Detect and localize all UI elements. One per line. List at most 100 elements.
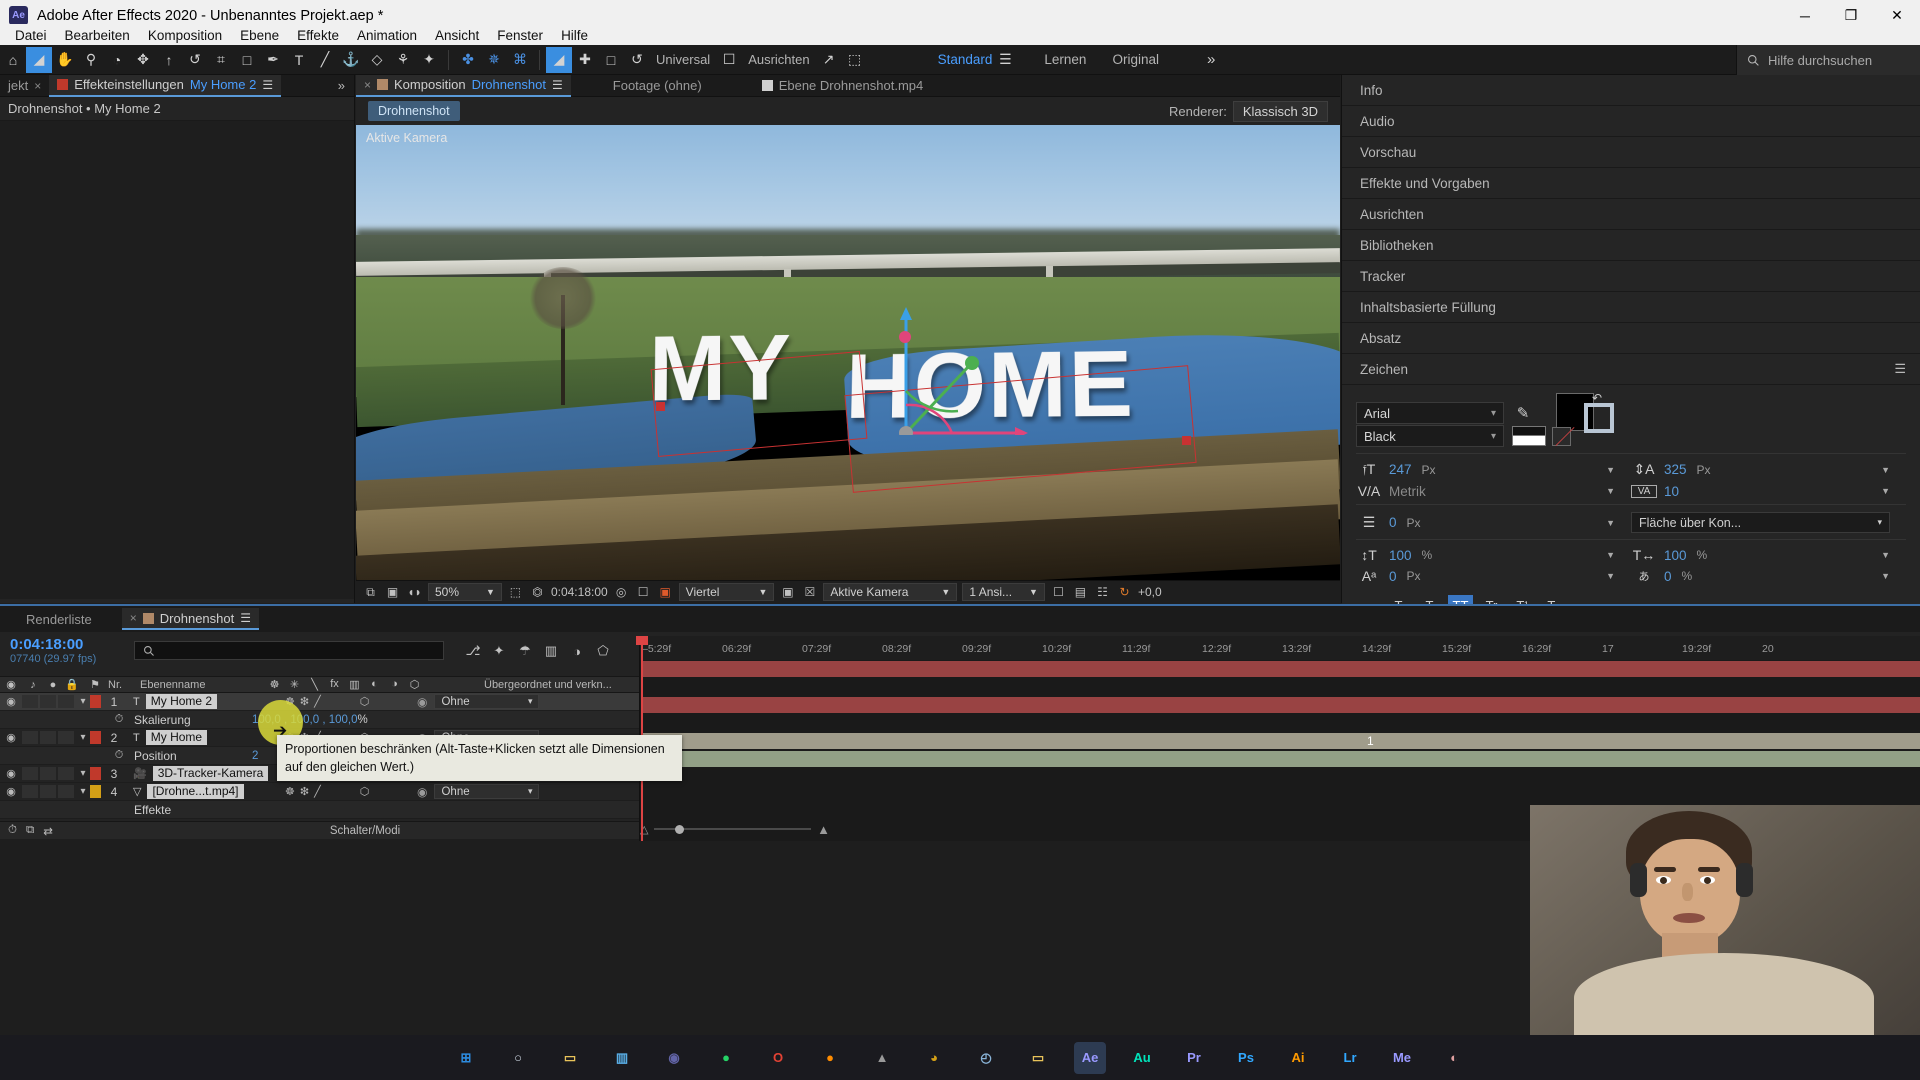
- pen-tool[interactable]: ✒: [260, 47, 286, 73]
- 3d-layer-icon[interactable]: ⬡: [360, 785, 370, 798]
- collapse-icon[interactable]: ❇: [300, 785, 309, 798]
- layer-visibility-icon[interactable]: ◉: [0, 785, 22, 798]
- illustrator-icon[interactable]: Ai: [1282, 1042, 1314, 1074]
- rotate-icon[interactable]: ↺: [624, 47, 650, 73]
- frame-blending-icon[interactable]: ▥: [538, 640, 564, 662]
- layer-solo-toggle[interactable]: [40, 785, 56, 798]
- playhead[interactable]: [636, 636, 648, 817]
- home-icon[interactable]: ⌂: [0, 47, 26, 73]
- panel-info[interactable]: Info: [1342, 75, 1920, 106]
- layer-lock-toggle[interactable]: [58, 767, 74, 780]
- no-color-swatch[interactable]: [1552, 426, 1571, 446]
- close-icon[interactable]: ×: [364, 78, 371, 92]
- workspace-original[interactable]: Original: [1112, 52, 1159, 67]
- chevron-down-icon[interactable]: ▼: [1881, 486, 1890, 496]
- brush-tool[interactable]: ╱: [312, 47, 338, 73]
- current-timecode[interactable]: 0:04:18:00: [551, 585, 608, 599]
- pickwhip-icon[interactable]: ◉: [417, 785, 427, 799]
- layer-lock-toggle[interactable]: [58, 695, 74, 708]
- horizontal-scale-field[interactable]: T↔ 100 % ▼: [1631, 547, 1906, 563]
- vertical-scale-field[interactable]: ↕T 100 % ▼: [1356, 547, 1631, 563]
- stroke-color-swatch[interactable]: [1584, 403, 1614, 433]
- layer-solo-toggle[interactable]: [40, 767, 56, 780]
- close-icon[interactable]: ×: [34, 79, 41, 93]
- chevron-down-icon[interactable]: ▼: [1881, 465, 1890, 475]
- layer-duration-bar[interactable]: [642, 661, 1920, 677]
- transparency-grid-icon[interactable]: ☒: [801, 584, 818, 601]
- chevron-down-icon[interactable]: ▼: [1881, 550, 1890, 560]
- tab-ebene[interactable]: Ebene Drohnenshot.mp4: [754, 75, 932, 97]
- channel-display-icon[interactable]: ▣: [657, 584, 674, 601]
- type-tool[interactable]: T: [286, 47, 312, 73]
- media-encoder-icon[interactable]: Me: [1386, 1042, 1418, 1074]
- snap-arrow-icon[interactable]: ↗: [816, 47, 842, 73]
- shy-icon[interactable]: ☸: [285, 785, 295, 798]
- grid-guides-icon[interactable]: ⏣: [529, 584, 546, 601]
- task-view-icon[interactable]: ▥: [606, 1042, 638, 1074]
- pan-tool[interactable]: ✥: [130, 47, 156, 73]
- layer-duration-bar[interactable]: [642, 733, 1920, 749]
- parent-select[interactable]: Ohne ▾: [434, 694, 540, 709]
- expand-arrow-icon[interactable]: ▾: [76, 696, 90, 707]
- teams-icon[interactable]: ◉: [658, 1042, 690, 1074]
- panel-audio[interactable]: Audio: [1342, 106, 1920, 137]
- clock-icon[interactable]: ◴: [970, 1042, 1002, 1074]
- shape-tool[interactable]: □: [234, 47, 260, 73]
- close-icon[interactable]: ×: [130, 611, 137, 625]
- layer-switches[interactable]: ☸ ❇ ╱ ⬡: [277, 785, 409, 798]
- stopwatch-icon[interactable]: ⏱: [112, 713, 126, 726]
- folder-icon[interactable]: ▭: [1022, 1042, 1054, 1074]
- pickwhip-icon[interactable]: ◉: [417, 695, 427, 709]
- 3d-glasses-icon[interactable]: ◖◗: [406, 584, 423, 601]
- firefox-icon[interactable]: ●: [814, 1042, 846, 1074]
- hand-tool[interactable]: ✋: [52, 47, 78, 73]
- layer-label-color[interactable]: [90, 767, 101, 780]
- workspace-menu-icon[interactable]: ☰: [992, 47, 1018, 73]
- timeline-icon[interactable]: ▤: [1072, 584, 1089, 601]
- move-icon[interactable]: ✚: [572, 47, 598, 73]
- search-icon[interactable]: ○: [502, 1042, 534, 1074]
- chevron-down-icon[interactable]: ▼: [1606, 550, 1615, 560]
- layer-name-cell[interactable]: T My Home: [127, 730, 277, 745]
- region-of-interest-icon[interactable]: ⬚: [507, 584, 524, 601]
- comp-name-tag[interactable]: Drohnenshot: [368, 101, 460, 121]
- after-effects-icon[interactable]: Ae: [1074, 1041, 1106, 1074]
- orbit-tool[interactable]: ◔: [104, 47, 130, 73]
- zoom-level-select[interactable]: 50% ▼: [428, 583, 502, 601]
- layer-visibility-icon[interactable]: ◉: [0, 767, 22, 780]
- selection-tool[interactable]: ◢: [26, 46, 52, 73]
- chevron-down-icon[interactable]: ▼: [1881, 571, 1890, 581]
- timeline-current-time[interactable]: 0:04:18:00: [10, 636, 114, 653]
- anchor-point-right[interactable]: [1182, 436, 1191, 445]
- leading-field[interactable]: ⇕A 325 Px ▼: [1631, 461, 1906, 478]
- tab-effect-controls[interactable]: Effekteinstellungen My Home 2 ☰: [49, 74, 282, 97]
- tsume-field[interactable]: あ 0 % ▼: [1631, 568, 1906, 584]
- baseline-shift-field[interactable]: Aᵃ 0 Px ▼: [1356, 568, 1631, 584]
- panel-vorschau[interactable]: Vorschau: [1342, 137, 1920, 168]
- chevron-down-icon[interactable]: ▼: [1606, 518, 1615, 528]
- eraser-tool[interactable]: ◇: [364, 47, 390, 73]
- expand-arrow-icon[interactable]: ▾: [76, 732, 90, 743]
- panel-menu-icon[interactable]: ☰: [552, 78, 563, 92]
- panel-ausrichten[interactable]: Ausrichten: [1342, 199, 1920, 230]
- menu-fenster[interactable]: Fenster: [488, 25, 552, 46]
- graph-editor-icon[interactable]: ⬠: [590, 640, 616, 662]
- workspace-lernen[interactable]: Lernen: [1044, 52, 1086, 67]
- zoom-tool[interactable]: ⚲: [78, 47, 104, 73]
- show-snapshot-icon[interactable]: ☐: [635, 584, 652, 601]
- panel-menu-icon[interactable]: ☰: [240, 611, 251, 625]
- font-family-select[interactable]: Arial ▾: [1356, 402, 1504, 424]
- menu-effekte[interactable]: Effekte: [288, 25, 348, 46]
- stroke-order-select[interactable]: Fläche über Kon... ▾: [1631, 512, 1890, 533]
- panel-menu-icon[interactable]: ☰: [1894, 361, 1906, 377]
- tab-renderliste[interactable]: Renderliste: [18, 608, 100, 630]
- eyedropper-icon[interactable]: ✎: [1510, 404, 1536, 422]
- snapping-label[interactable]: Ausrichten: [748, 52, 809, 67]
- pixel-aspect-icon[interactable]: ☐: [1050, 584, 1067, 601]
- stopwatch-icon[interactable]: ⏱: [112, 749, 126, 762]
- file-explorer-icon[interactable]: ▭: [554, 1042, 586, 1074]
- help-search-box[interactable]: Hilfe durchsuchen: [1736, 45, 1920, 75]
- quality-icon[interactable]: ╱: [314, 695, 321, 708]
- font-style-select[interactable]: Black ▾: [1356, 425, 1504, 447]
- timeline-search-input[interactable]: [134, 641, 444, 660]
